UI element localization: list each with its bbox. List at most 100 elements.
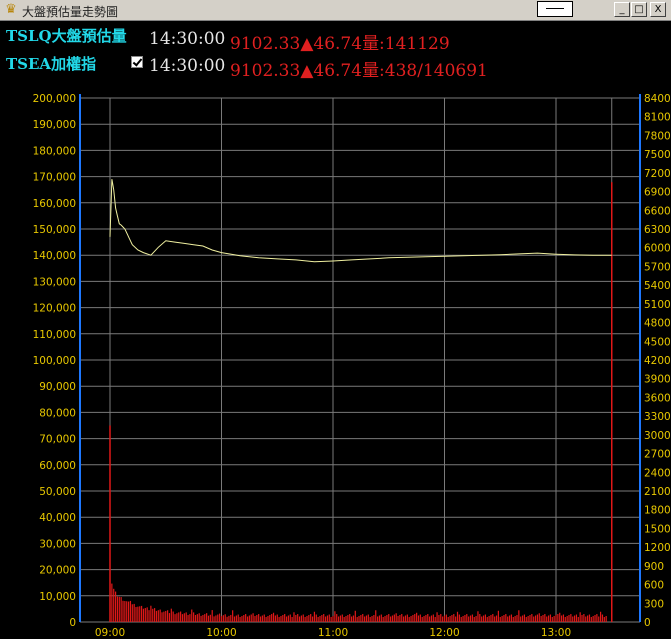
volume-bar <box>581 615 583 622</box>
volume-bar <box>455 616 457 622</box>
right-tick-label: 5100 <box>644 299 671 311</box>
volume-bar <box>358 616 360 622</box>
volume-bar <box>176 613 178 622</box>
volume-bar <box>534 615 537 622</box>
volume-bar <box>384 616 386 622</box>
volume-bar <box>343 617 345 622</box>
volume-bar <box>181 614 184 622</box>
volume-bar <box>230 614 232 622</box>
volume-bar <box>440 614 442 622</box>
volume-bar <box>308 615 310 622</box>
volume-bar <box>211 610 213 622</box>
volume-bar <box>336 614 338 622</box>
volume-bar <box>170 608 172 622</box>
volume-bar <box>382 617 384 622</box>
volume-bar <box>111 583 113 622</box>
volume-bar <box>189 614 191 622</box>
volume-bar <box>442 616 444 622</box>
volume-bar <box>215 615 217 622</box>
volume-bar <box>256 615 258 622</box>
left-tick-label: 70,000 <box>39 434 76 446</box>
volume-bar <box>566 616 568 622</box>
volume-bar <box>220 616 223 622</box>
left-tick-label: 160,000 <box>33 198 76 210</box>
volume-bar <box>252 613 254 622</box>
volume-bar <box>259 616 262 622</box>
volume-bar <box>228 615 230 622</box>
volume-bar <box>284 614 286 622</box>
volume-bar <box>241 616 243 622</box>
left-tick-label: 190,000 <box>33 119 76 131</box>
volume-bar <box>250 614 252 622</box>
volume-bar <box>429 616 431 622</box>
volume-bar <box>144 608 146 622</box>
volume-bar <box>540 616 542 622</box>
volume-bar <box>245 614 247 622</box>
volume-bar <box>183 613 185 622</box>
volume-bar <box>453 614 455 622</box>
left-tick-label: 120,000 <box>33 303 76 315</box>
volume-bar <box>243 615 245 622</box>
volume-bar <box>118 596 120 622</box>
right-tick-label: 4500 <box>644 336 671 348</box>
volume-bar <box>447 617 449 622</box>
volume-bar <box>562 614 565 622</box>
volume-bar <box>116 596 119 622</box>
volume-bar <box>165 610 167 622</box>
volume-bar <box>551 617 553 622</box>
volume-bar <box>373 615 375 622</box>
volume-bar <box>471 614 473 622</box>
volume-bar <box>395 613 397 622</box>
volume-bar <box>172 611 174 622</box>
volume-bar <box>222 615 224 622</box>
volume-bar <box>269 615 271 622</box>
volume-bar <box>523 614 526 622</box>
volume-bar <box>337 616 340 622</box>
volume-bar <box>285 616 288 622</box>
left-tick-label: 140,000 <box>33 250 76 262</box>
volume-bar <box>481 616 483 622</box>
volume-bar <box>272 612 275 622</box>
opening-volume-bar <box>109 425 111 622</box>
volume-bar <box>360 615 362 622</box>
volume-bar <box>386 615 388 622</box>
volume-bar <box>507 616 509 622</box>
volume-bar <box>408 617 410 622</box>
left-tick-label: 10,000 <box>39 591 76 603</box>
volume-bar <box>460 617 462 622</box>
volume-bar <box>520 616 522 622</box>
volume-bar <box>603 617 605 622</box>
left-tick-label: 150,000 <box>33 224 76 236</box>
volume-bar <box>152 608 154 622</box>
volume-bar <box>542 615 544 622</box>
volume-bar <box>451 615 453 622</box>
right-tick-label: 600 <box>644 580 664 592</box>
volume-bar <box>434 617 436 622</box>
volume-bar <box>399 615 401 622</box>
volume-bar <box>388 614 390 622</box>
right-tick-label: 3300 <box>644 411 671 423</box>
volume-bar <box>501 616 503 622</box>
right-tick-label: 6600 <box>644 205 671 217</box>
volume-bar <box>246 616 249 622</box>
volume-bar <box>586 615 589 622</box>
volume-bar <box>213 616 215 622</box>
volume-bar <box>375 610 377 622</box>
volume-bar <box>282 615 284 622</box>
volume-bar <box>397 616 399 622</box>
right-tick-label: 900 <box>644 561 664 573</box>
left-tick-label: 0 <box>69 617 76 629</box>
right-tick-label: 2100 <box>644 486 671 498</box>
volume-bar <box>557 614 559 622</box>
volume-bar <box>492 614 494 622</box>
volume-bar <box>350 616 353 622</box>
left-tick-label: 200,000 <box>33 93 76 105</box>
volume-bar <box>122 600 124 622</box>
volume-bar <box>466 614 468 622</box>
left-tick-label: 30,000 <box>39 538 76 550</box>
volume-bar <box>577 617 579 622</box>
volume-bar <box>209 614 211 622</box>
volume-bar <box>217 614 219 622</box>
volume-bar <box>583 614 585 622</box>
volume-bar <box>579 612 581 622</box>
